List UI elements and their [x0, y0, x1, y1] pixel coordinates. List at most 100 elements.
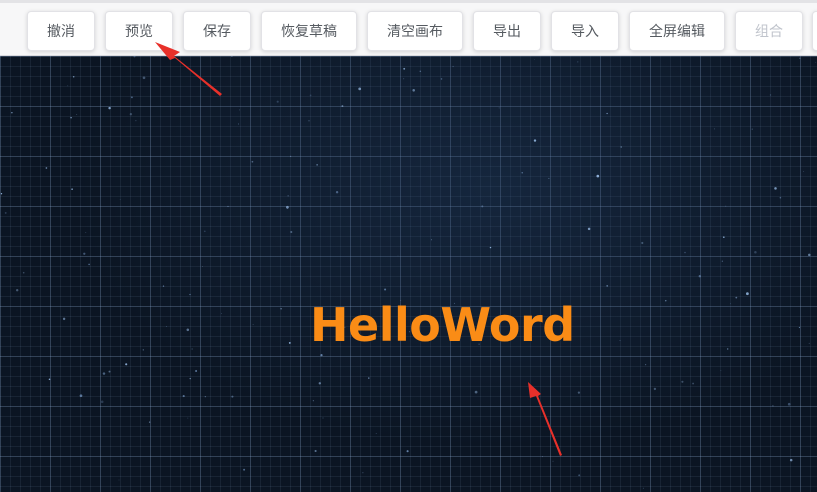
overflow-button[interactable] [812, 11, 817, 51]
star-dot [108, 370, 111, 373]
star-dot [542, 456, 543, 458]
star-dot [606, 112, 608, 115]
starfield-background [0, 56, 817, 489]
star-dot [70, 116, 72, 119]
star-dot [88, 263, 90, 266]
editor-canvas[interactable]: HelloWord [0, 56, 817, 492]
preview-button[interactable]: 预览 [105, 11, 173, 51]
star-dot [808, 342, 810, 344]
star-dot [653, 387, 657, 391]
star-dot [322, 417, 324, 419]
star-dot [368, 377, 370, 379]
star-dot [162, 285, 165, 287]
star-dot [314, 449, 317, 453]
star-dot [290, 230, 293, 234]
star-dot [62, 317, 66, 321]
star-dot [288, 341, 291, 344]
import-button[interactable]: 导入 [551, 11, 619, 51]
star-dot [730, 303, 731, 305]
star-dot [362, 472, 364, 474]
star-dot [22, 271, 25, 274]
star-dot [577, 391, 581, 394]
star-dot [286, 205, 289, 209]
star-dot [335, 191, 339, 194]
star-dot [489, 246, 492, 249]
star-dot [587, 227, 591, 231]
star-dot [779, 196, 782, 199]
star-dot [358, 87, 362, 91]
star-dot [182, 395, 185, 398]
star-dot [118, 479, 120, 481]
star-dot [202, 266, 203, 267]
save-button[interactable]: 保存 [183, 11, 251, 51]
star-dot [341, 105, 344, 108]
star-dot [665, 300, 667, 302]
star-dot [714, 128, 715, 130]
star-dot [375, 432, 377, 434]
star-dot [316, 164, 318, 166]
star-dot [67, 85, 69, 87]
star-dot [308, 120, 310, 122]
star-dot [815, 61, 817, 63]
export-button[interactable]: 导出 [473, 11, 541, 51]
star-dot [83, 252, 86, 255]
star-dot [606, 285, 609, 287]
star-dot [187, 417, 189, 419]
star-dot [289, 155, 292, 158]
star-dot [641, 241, 644, 245]
canvas-text-element[interactable]: HelloWord [310, 302, 575, 348]
star-dot [129, 113, 133, 116]
star-dot [243, 468, 246, 471]
star-dot [119, 199, 121, 200]
star-dot [133, 56, 136, 58]
star-dot [431, 239, 432, 241]
star-dot [751, 128, 753, 130]
star-dot [204, 396, 206, 398]
fullscreen-edit-button[interactable]: 全屏编辑 [629, 11, 725, 51]
star-dot [419, 70, 422, 73]
star-dot [774, 187, 777, 190]
star-dot [735, 296, 738, 299]
star-dot [754, 250, 757, 254]
star-dot [238, 123, 239, 125]
star-dot [318, 382, 321, 385]
star-dot [79, 394, 83, 398]
star-dot [102, 372, 106, 375]
star-dot [100, 400, 104, 404]
star-dot [772, 405, 774, 407]
star-dot [125, 363, 128, 366]
restore-draft-button[interactable]: 恢复草稿 [261, 11, 357, 51]
star-dot [71, 188, 73, 190]
star-dot [725, 205, 727, 207]
clear-canvas-button[interactable]: 清空画布 [367, 11, 463, 51]
star-dot [596, 174, 600, 178]
editor-toolbar: 撤消 预览 保存 恢复草稿 清空画布 导出 导入 全屏编辑 组合 [0, 0, 817, 56]
star-dot [4, 211, 7, 214]
star-dot [642, 487, 644, 489]
star-dot [746, 292, 749, 296]
star-dot [312, 400, 314, 402]
star-dot [135, 120, 137, 122]
star-dot [309, 94, 312, 97]
star-dot [108, 106, 111, 110]
star-dot [320, 353, 323, 357]
star-dot [402, 78, 405, 80]
star-dot [165, 325, 167, 327]
star-dot [698, 275, 701, 278]
star-dot [0, 193, 3, 195]
star-dot [15, 288, 19, 292]
star-dot [619, 340, 621, 342]
star-dot [803, 171, 805, 172]
undo-button[interactable]: 撤消 [27, 11, 95, 51]
star-dot [620, 146, 622, 148]
group-button[interactable]: 组合 [735, 11, 803, 51]
star-dot [684, 251, 686, 254]
star-dot [727, 348, 729, 350]
star-dot [130, 96, 133, 99]
star-dot [645, 364, 647, 366]
star-dot [534, 59, 536, 60]
star-dot [798, 326, 800, 329]
star-dot [227, 205, 229, 207]
star-dot [142, 76, 146, 80]
star-dot [721, 260, 723, 262]
